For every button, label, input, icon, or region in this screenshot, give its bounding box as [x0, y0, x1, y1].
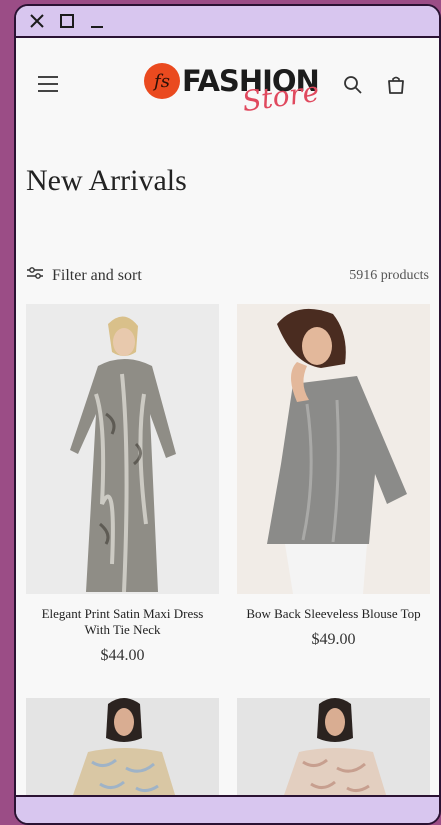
- product-image[interactable]: [237, 304, 430, 594]
- site-header: fs FASHION Store: [16, 38, 439, 128]
- brand-logo[interactable]: fs FASHION Store: [144, 58, 321, 118]
- product-image[interactable]: [237, 698, 430, 795]
- browser-window: fs FASHION Store New Arrivals Filter and…: [14, 4, 441, 825]
- logo-mark: fs: [144, 63, 180, 99]
- menu-icon[interactable]: [38, 76, 58, 92]
- product-count: 5916 products: [349, 268, 429, 283]
- product-image[interactable]: [26, 304, 219, 594]
- product-card[interactable]: Bow Back Sleeveless Blouse Top $49.00: [237, 304, 430, 649]
- product-card[interactable]: [26, 698, 219, 795]
- cart-icon[interactable]: [385, 74, 407, 96]
- filter-icon: [26, 266, 44, 285]
- filter-sort-label: Filter and sort: [52, 266, 142, 284]
- title-bar: [16, 6, 439, 38]
- product-price: $44.00: [100, 647, 145, 664]
- product-price: $49.00: [311, 631, 356, 648]
- product-name[interactable]: Elegant Print Satin Maxi Dress With Tie …: [26, 606, 219, 638]
- product-card[interactable]: Elegant Print Satin Maxi Dress With Tie …: [26, 304, 219, 665]
- product-image[interactable]: [26, 698, 219, 795]
- bottom-bar: [16, 795, 439, 823]
- page-content: fs FASHION Store New Arrivals Filter and…: [16, 38, 439, 795]
- filter-sort-button[interactable]: Filter and sort: [26, 266, 142, 285]
- filter-bar: Filter and sort 5916 products: [26, 266, 429, 288]
- maximize-icon[interactable]: [58, 12, 76, 30]
- page-title: New Arrivals: [26, 164, 187, 197]
- close-icon[interactable]: [28, 12, 46, 30]
- product-card[interactable]: [237, 698, 430, 795]
- product-name[interactable]: Bow Back Sleeveless Blouse Top: [237, 606, 430, 622]
- search-icon[interactable]: [342, 74, 364, 96]
- minimize-icon[interactable]: [88, 12, 106, 30]
